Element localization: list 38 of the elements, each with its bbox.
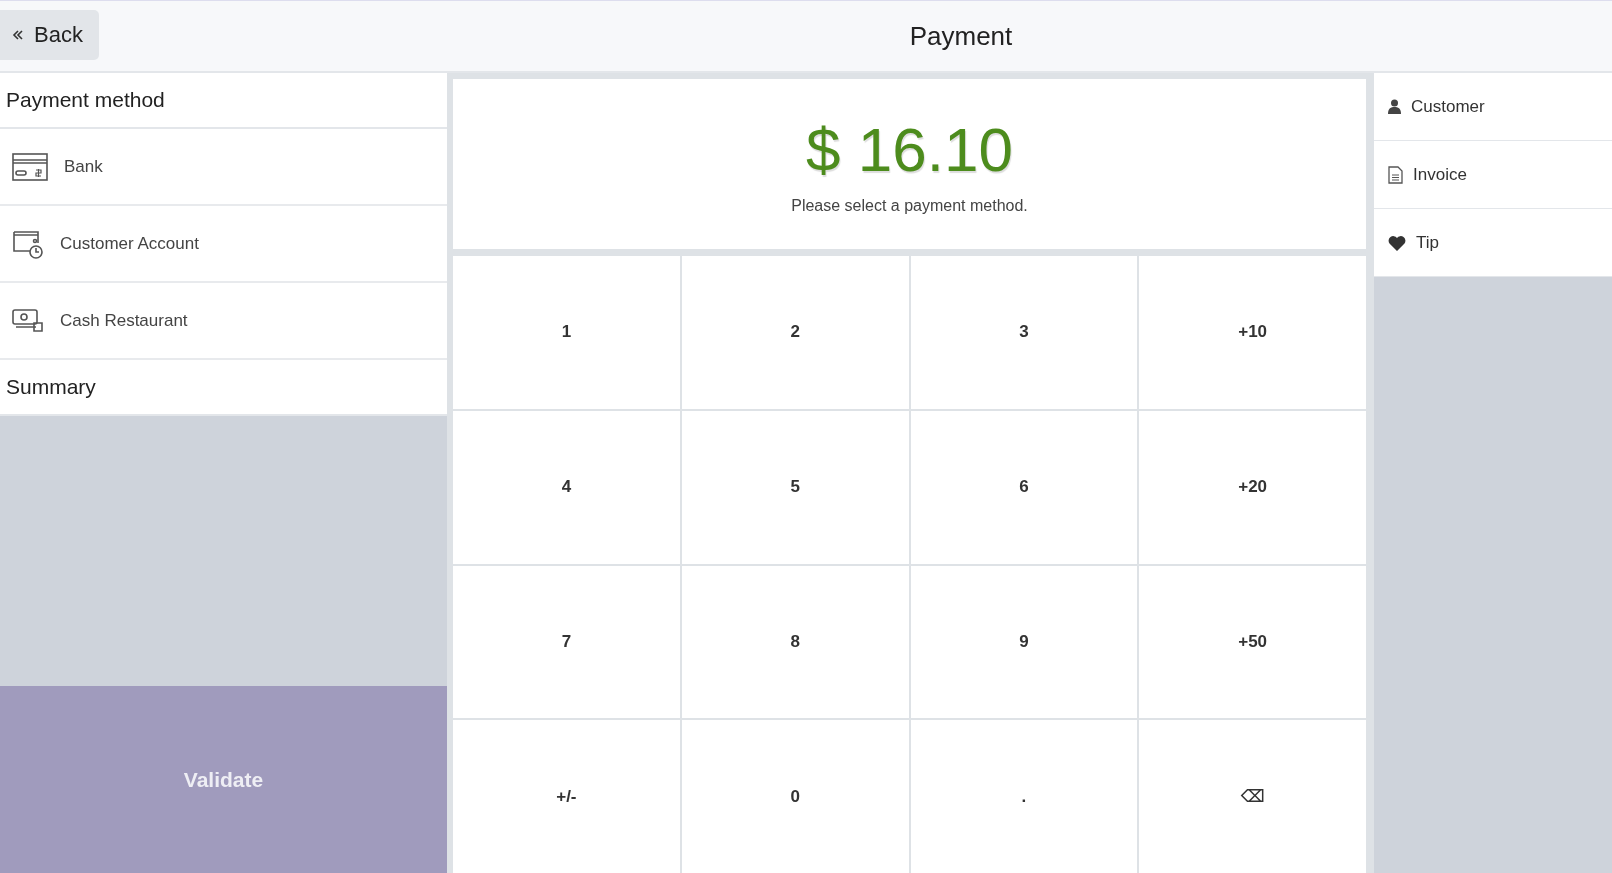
numpad-key[interactable]: 9 <box>910 565 1138 719</box>
page-title: Payment <box>909 20 1013 51</box>
side-action-button[interactable]: Tip <box>1374 209 1612 277</box>
numpad-key[interactable]: 4 <box>453 410 680 564</box>
payment-method-item[interactable]: Cash Restaurant <box>0 283 447 360</box>
heart-icon <box>1388 234 1406 251</box>
side-action-button[interactable]: Customer <box>1374 73 1612 141</box>
numpad-key[interactable]: +10 <box>1139 256 1366 409</box>
numpad-key[interactable]: 1 <box>453 256 680 409</box>
status-message: Please select a payment method. <box>791 196 1028 215</box>
numpad-key[interactable]: +/- <box>453 720 680 873</box>
numpad-key[interactable]: 8 <box>681 565 909 719</box>
numpad-key[interactable]: 5 <box>681 410 909 564</box>
payment-method-label: Bank <box>64 156 103 177</box>
double-chevron-left-icon <box>12 29 24 41</box>
cash-icon <box>12 308 44 333</box>
back-button[interactable]: Back <box>0 10 99 60</box>
numpad-key[interactable]: 3 <box>910 256 1138 409</box>
numpad-key[interactable]: 0 <box>681 720 909 873</box>
payment-method-item[interactable]: Bank <box>0 129 447 206</box>
total-amount: $ 16.10 <box>806 113 1013 185</box>
numpad-key[interactable]: +20 <box>1139 410 1366 564</box>
user-icon <box>1388 99 1401 114</box>
payment-method-label: Cash Restaurant <box>60 310 188 331</box>
numpad-key[interactable]: 6 <box>910 410 1138 564</box>
numpad-key[interactable]: . <box>910 720 1138 873</box>
payment-method-label: Customer Account <box>60 233 199 254</box>
side-action-button[interactable]: Invoice <box>1374 141 1612 209</box>
payment-method-item[interactable]: Customer Account <box>0 206 447 283</box>
document-icon <box>1388 165 1403 184</box>
card-icon <box>12 152 48 181</box>
numpad-key[interactable]: ⌫ <box>1139 720 1366 873</box>
numpad-key[interactable]: +50 <box>1139 565 1366 719</box>
section-heading: Summary <box>0 360 447 416</box>
section-heading: Payment method <box>0 73 447 129</box>
wallet-clock-icon <box>12 228 44 259</box>
numpad-key[interactable]: 2 <box>681 256 909 409</box>
numpad-key[interactable]: 7 <box>453 565 680 719</box>
